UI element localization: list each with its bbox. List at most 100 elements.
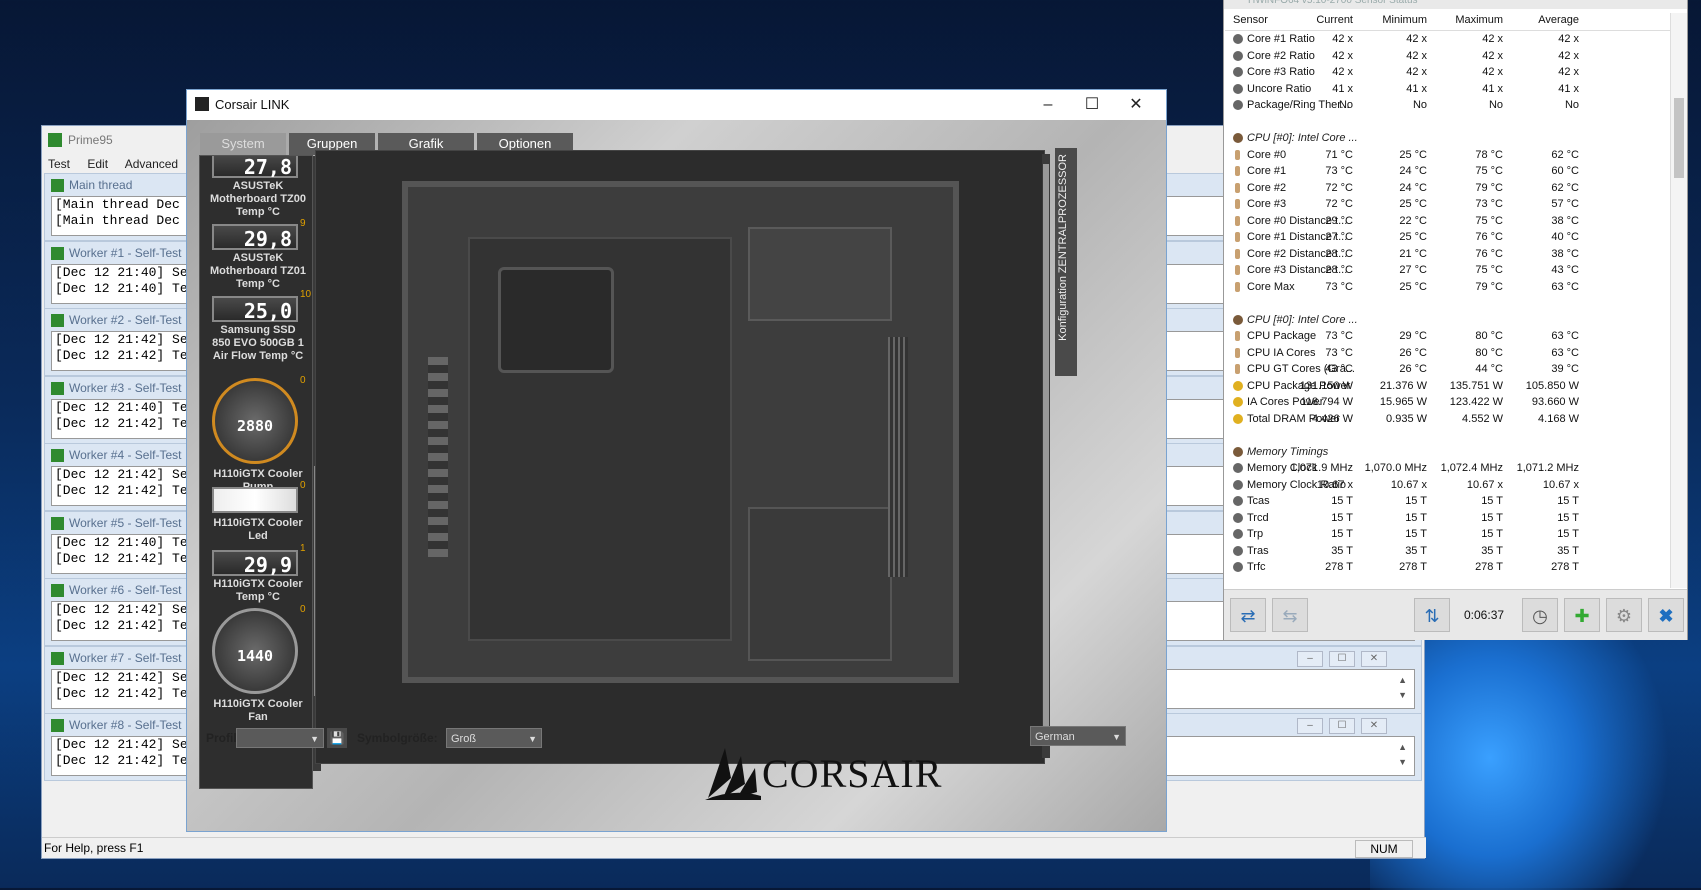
sensor-row[interactable]: Core #0 Distance t... 29 °C 22 °C 75 °C 38 °…	[1225, 213, 1671, 230]
thermometer-icon	[1235, 265, 1240, 275]
sensor-value: 80 °C	[1475, 346, 1503, 359]
maximize-icon[interactable]: ☐	[1070, 90, 1114, 120]
sensor-group-row[interactable]: CPU [#0]: Intel Core ...	[1225, 130, 1671, 147]
sensor-value: 62 °C	[1551, 148, 1579, 161]
sensor-dot-icon	[1233, 67, 1243, 77]
minimize-icon[interactable]: –	[1026, 90, 1070, 120]
symbol-size-select[interactable]: Groß ▼	[446, 728, 542, 748]
language-select[interactable]: German ▼	[1030, 726, 1126, 746]
sensor-row[interactable]: Tras 35 T 35 T 35 T 35 T	[1225, 543, 1671, 560]
case-view[interactable]	[315, 150, 1045, 764]
sensor-label: ASUSTeK Motherboard TZ00 Temp °C	[210, 180, 306, 218]
sensor-name: CPU IA Cores	[1247, 346, 1316, 359]
sensor-value: 15 T	[1405, 511, 1427, 524]
sensor-row[interactable]: CPU IA Cores 73 °C 26 °C 80 °C 63 °C	[1225, 345, 1671, 362]
sensor-row[interactable]: Core Max 73 °C 25 °C 79 °C 63 °C	[1225, 279, 1671, 296]
side-tab-konfiguration[interactable]: Konfiguration	[1057, 276, 1069, 341]
sensor-value: 42 x	[1332, 66, 1353, 78]
sensor-value: 41 x	[1482, 82, 1503, 95]
sensor-row[interactable]: CPU Package 73 °C 29 °C 80 °C 63 °C	[1225, 328, 1671, 345]
sensor-row[interactable]: Uncore Ratio 41 x 41 x 41 x 41 x	[1225, 81, 1671, 98]
sensor-value: 15 T	[1557, 495, 1579, 507]
sensor-group-row[interactable]: CPU [#0]: Intel Core ...	[1225, 312, 1671, 329]
thermometer-icon	[1235, 199, 1240, 209]
sensor-row[interactable]: Package/Ring Ther... No No No No	[1225, 97, 1671, 114]
sensor-row[interactable]: Core #1 Ratio 42 x 42 x 42 x 42 x	[1225, 31, 1671, 48]
close-icon[interactable]: ✖	[1648, 598, 1684, 632]
sensor-table-scrollbar[interactable]	[1670, 13, 1687, 588]
col-maximum[interactable]: Maximum	[1455, 10, 1503, 30]
sensor-value: 28 °C	[1325, 264, 1353, 276]
sensor-name: Core #3	[1247, 198, 1287, 210]
save-profile-icon[interactable]: 💾	[327, 728, 347, 748]
prime95-worker-icon	[51, 179, 64, 192]
chip-icon	[1233, 314, 1243, 325]
collapse-arrows-icon[interactable]: ⇆	[1272, 598, 1308, 632]
sensor-row[interactable]: Total DRAM Power 4.426 W 0.935 W 4.552 W 4.1…	[1225, 411, 1671, 428]
sensor-value: 42 x	[1558, 33, 1579, 45]
thermometer-icon	[1235, 364, 1240, 374]
worker-window-controls[interactable]: –☐ ✕	[1291, 717, 1387, 734]
sensor-row[interactable]: Trp 15 T 15 T 15 T 15 T	[1225, 526, 1671, 543]
sensor-dot-icon	[1233, 83, 1243, 94]
sensor-value: 25 °C	[1399, 231, 1427, 243]
prime95-worker-icon	[51, 517, 64, 530]
gear-icon[interactable]: ⚙	[1606, 598, 1642, 632]
sensor-row[interactable]: Memory Clock Ratio 10.67 x 10.67 x 10.67 x1…	[1225, 477, 1671, 494]
sensor-row[interactable]: Core #3 72 °C 25 °C 73 °C 57 °C	[1225, 196, 1671, 213]
sensor-row[interactable]: Core #1 Distance t... 27 °C 25 °C 76 °C 40 °…	[1225, 229, 1671, 246]
sensor-row[interactable]: Trcd 15 T 15 T 15 T 15 T	[1225, 510, 1671, 527]
thermometer-icon	[1235, 215, 1240, 226]
sensor-value: 1,071.9 MHz	[1290, 462, 1353, 474]
sensor-row[interactable]: Core #1 73 °C 24 °C 75 °C 60 °C	[1225, 163, 1671, 180]
clock-icon[interactable]: ◷	[1522, 598, 1558, 632]
sensor-row[interactable]: IA Cores Power 118.794 W 15.965 W 123.422 W…	[1225, 394, 1671, 411]
sensor-group-row[interactable]: Memory Timings	[1225, 444, 1671, 461]
tab-system[interactable]: System	[200, 133, 286, 155]
col-average[interactable]: Average	[1538, 10, 1579, 30]
sensor-value: 278 T	[1399, 561, 1427, 573]
sensor-row[interactable]: CPU Package Power 131.150 W 21.376 W 135.75…	[1225, 378, 1671, 395]
sensor-value: 73 °C	[1325, 330, 1353, 342]
sensor-row[interactable]: Core #3 Distance t... 28 °C 27 °C 75 °C 43 °…	[1225, 262, 1671, 279]
pump-rpm: 2880	[236, 417, 274, 435]
col-minimum[interactable]: Minimum	[1382, 10, 1427, 30]
sensor-row[interactable]: Core #3 Ratio 42 x 42 x 42 x 42 x	[1225, 64, 1671, 81]
scroll-arrows-icon[interactable]: ▲▼	[1398, 673, 1407, 703]
sensor-row[interactable]: Core #2 72 °C 24 °C 79 °C 62 °C	[1225, 180, 1671, 197]
menu-edit[interactable]: Edit	[87, 157, 108, 171]
sensor-row[interactable]: Core #0 71 °C 25 °C 78 °C 62 °C	[1225, 147, 1671, 164]
worker-window-controls[interactable]: –☐ ✕	[1291, 650, 1387, 667]
scroll-arrows-icon[interactable]: ▲▼	[1398, 740, 1407, 770]
sensor-name: Trcd	[1247, 511, 1269, 524]
network-icon[interactable]: ⇅	[1414, 598, 1450, 632]
sensor-row[interactable]: CPU GT Cores (Gra... 43 °C 26 °C 44 °C 39 °C	[1225, 361, 1671, 378]
col-current[interactable]: Current	[1316, 10, 1353, 30]
sensor-row[interactable]: Tcas 15 T 15 T 15 T 15 T	[1225, 493, 1671, 510]
case-view-scrollbar[interactable]	[1042, 154, 1050, 758]
sensor-row[interactable]: Core #2 Distance t... 28 °C 21 °C 76 °C 38 °…	[1225, 246, 1671, 263]
profil-select[interactable]: ▼	[236, 728, 324, 748]
sensor-row[interactable]: Core #2 Ratio 42 x 42 x 42 x 42 x	[1225, 48, 1671, 65]
menu-advanced[interactable]: Advanced	[125, 157, 178, 171]
sensor-label: ASUSTeK Motherboard TZ01 Temp °C	[210, 252, 306, 290]
sensor-value: 42 x	[1482, 33, 1503, 45]
sensor-value: 15 T	[1481, 528, 1503, 540]
thermometer-icon	[1235, 331, 1240, 341]
sensor-value: 73 °C	[1325, 346, 1353, 359]
sensor-badge: 10	[300, 289, 312, 300]
side-tab-zentralprozessor[interactable]: ZENTRALPROZESSOR	[1057, 154, 1069, 273]
sensor-lcd: 29,8	[212, 224, 298, 251]
add-report-icon[interactable]: ✚	[1564, 598, 1600, 632]
close-icon[interactable]: ✕	[1114, 90, 1158, 120]
sensor-row[interactable]: Trfc 278 T 278 T 278 T 278 T	[1225, 559, 1671, 576]
prime95-app-icon	[48, 133, 62, 147]
sensor-row[interactable]: Memory Clock 1,071.9 MHz 1,070.0 MHz 1,072.…	[1225, 460, 1671, 477]
thermometer-icon	[1235, 347, 1240, 358]
expand-arrows-icon[interactable]: ⇄	[1230, 598, 1266, 632]
col-sensor[interactable]: Sensor	[1233, 10, 1268, 30]
menu-test[interactable]: Test	[48, 157, 70, 171]
sensor-value: 43 °C	[1325, 363, 1353, 375]
sensor-badge: 9	[300, 218, 306, 229]
sensor-name: Tcas	[1247, 495, 1270, 507]
